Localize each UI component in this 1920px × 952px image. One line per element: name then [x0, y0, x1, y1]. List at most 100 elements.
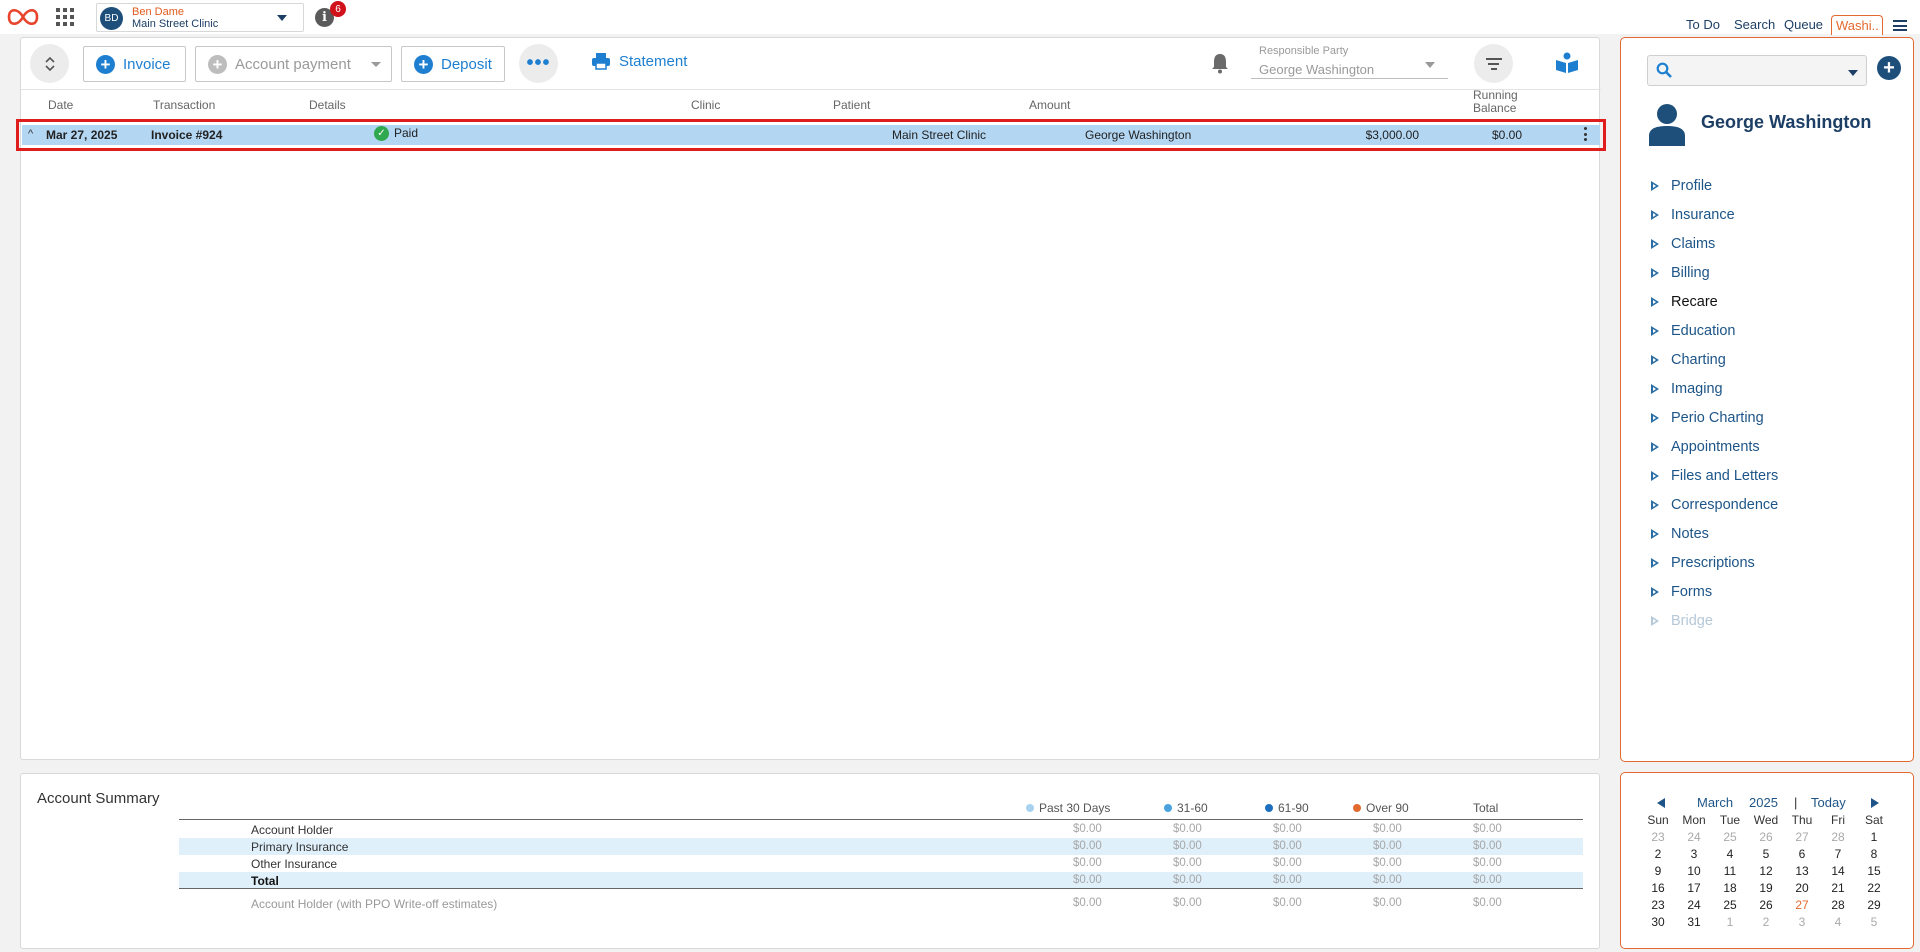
nav-billing[interactable]: Billing [1651, 265, 1710, 281]
calendar-day[interactable]: 11 [1713, 864, 1747, 878]
row-clinic: Main Street Clinic [892, 128, 987, 142]
calendar-today-button[interactable]: Today [1811, 795, 1846, 810]
nav-insurance[interactable]: Insurance [1651, 207, 1735, 223]
summary-value: $0.00 [1473, 897, 1502, 909]
column-header-details[interactable]: Details [309, 98, 346, 112]
previous-month-icon[interactable] [1657, 798, 1665, 808]
calendar-day[interactable]: 24 [1677, 830, 1711, 844]
calendar-day[interactable]: 25 [1713, 830, 1747, 844]
todo-link[interactable]: To Do [1686, 17, 1720, 32]
calendar-day[interactable]: 9 [1641, 864, 1675, 878]
invoice-button[interactable]: + Invoice [83, 46, 186, 82]
reader-book-icon[interactable] [1555, 52, 1579, 74]
chevron-down-icon[interactable] [1848, 70, 1858, 76]
account-payment-button[interactable]: + Account payment [195, 46, 392, 82]
calendar-day[interactable]: 21 [1821, 881, 1855, 895]
statement-button[interactable]: Statement [591, 52, 687, 70]
patient-search-input[interactable] [1647, 55, 1867, 86]
calendar-day[interactable]: 30 [1641, 915, 1675, 929]
column-header-amount[interactable]: Amount [1029, 98, 1070, 112]
calendar-day[interactable]: 26 [1749, 830, 1783, 844]
calendar-day[interactable]: 27 [1785, 898, 1819, 912]
calendar-day[interactable]: 1 [1857, 830, 1891, 844]
nav-correspondence[interactable]: Correspondence [1651, 497, 1778, 513]
bell-icon[interactable] [1211, 52, 1229, 74]
calendar-day[interactable]: 28 [1821, 898, 1855, 912]
add-patient-button[interactable]: + [1877, 56, 1901, 80]
calendar-day[interactable]: 5 [1857, 915, 1891, 929]
calendar-day[interactable]: 12 [1749, 864, 1783, 878]
calendar-day[interactable]: 16 [1641, 881, 1675, 895]
calendar-day[interactable]: 23 [1641, 898, 1675, 912]
responsible-party-select[interactable]: Responsible Party George Washington [1251, 43, 1448, 79]
calendar-month[interactable]: March [1697, 795, 1733, 810]
expand-collapse-button[interactable] [30, 44, 69, 83]
calendar-day[interactable]: 1 [1713, 915, 1747, 929]
app-logo-icon[interactable] [6, 4, 40, 30]
calendar-day[interactable]: 13 [1785, 864, 1819, 878]
nav-imaging[interactable]: Imaging [1651, 381, 1723, 397]
calendar-day[interactable]: 3 [1785, 915, 1819, 929]
nav-prescriptions[interactable]: Prescriptions [1651, 555, 1755, 571]
row-more-icon[interactable] [1584, 127, 1588, 141]
nav-perio-charting[interactable]: Perio Charting [1651, 410, 1764, 426]
calendar-day[interactable]: 5 [1749, 847, 1783, 861]
calendar-day[interactable]: 10 [1677, 864, 1711, 878]
table-row[interactable]: ^ Mar 27, 2025 Invoice #924 ✓ Paid Main … [22, 125, 1600, 145]
calendar-day[interactable]: 28 [1821, 830, 1855, 844]
deposit-button[interactable]: + Deposit [401, 46, 505, 82]
nav-charting[interactable]: Charting [1651, 352, 1726, 368]
filter-button[interactable] [1474, 44, 1513, 83]
calendar-day[interactable]: 7 [1821, 847, 1855, 861]
calendar-day[interactable]: 29 [1857, 898, 1891, 912]
nav-recare[interactable]: Recare [1651, 294, 1718, 310]
calendar-day[interactable]: 4 [1821, 915, 1855, 929]
calendar-day[interactable]: 6 [1785, 847, 1819, 861]
patient-tab[interactable]: Washi.. [1831, 15, 1883, 35]
row-transaction[interactable]: Invoice #924 [151, 128, 222, 142]
user-clinic-selector[interactable]: BD Ben Dame Main Street Clinic [96, 3, 304, 32]
calendar-day[interactable]: 20 [1785, 881, 1819, 895]
summary-value: $0.00 [1373, 840, 1402, 852]
patient-sidebar: + George Washington Profile Insurance Cl… [1620, 37, 1914, 762]
app-launcher-icon[interactable] [56, 8, 74, 26]
calendar-day[interactable]: 19 [1749, 881, 1783, 895]
calendar-day[interactable]: 25 [1713, 898, 1747, 912]
nav-appointments[interactable]: Appointments [1651, 439, 1760, 455]
calendar-day[interactable]: 2 [1641, 847, 1675, 861]
calendar-day[interactable]: 26 [1749, 898, 1783, 912]
more-options-button[interactable]: ••• [519, 44, 558, 83]
column-header-running-balance[interactable]: Running Balance [1473, 89, 1518, 115]
nav-education[interactable]: Education [1651, 323, 1736, 339]
column-header-date[interactable]: Date [48, 98, 73, 112]
table-row-selected[interactable]: ^ Mar 27, 2025 Invoice #924 ✓ Paid Main … [16, 119, 1606, 151]
calendar-day[interactable]: 22 [1857, 881, 1891, 895]
calendar-day[interactable]: 27 [1785, 830, 1819, 844]
calendar-day[interactable]: 2 [1749, 915, 1783, 929]
plus-icon: + [414, 54, 433, 74]
calendar-day[interactable]: 4 [1713, 847, 1747, 861]
search-link[interactable]: Search [1734, 17, 1775, 32]
nav-forms[interactable]: Forms [1651, 584, 1712, 600]
calendar-day[interactable]: 3 [1677, 847, 1711, 861]
calendar-day[interactable]: 15 [1857, 864, 1891, 878]
column-header-patient[interactable]: Patient [833, 98, 870, 112]
calendar-day[interactable]: 31 [1677, 915, 1711, 929]
nav-files-and-letters[interactable]: Files and Letters [1651, 468, 1778, 484]
calendar-day[interactable]: 8 [1857, 847, 1891, 861]
nav-claims[interactable]: Claims [1651, 236, 1715, 252]
column-header-transaction[interactable]: Transaction [153, 98, 215, 112]
nav-profile[interactable]: Profile [1651, 178, 1712, 194]
column-header-clinic[interactable]: Clinic [691, 98, 720, 112]
hamburger-menu-icon[interactable] [1893, 20, 1907, 31]
calendar-day[interactable]: 18 [1713, 881, 1747, 895]
calendar-year[interactable]: 2025 [1749, 795, 1778, 810]
queue-link[interactable]: Queue [1784, 17, 1823, 32]
calendar-day[interactable]: 17 [1677, 881, 1711, 895]
calendar-day[interactable]: 24 [1677, 898, 1711, 912]
next-month-icon[interactable] [1871, 798, 1879, 808]
calendar-day[interactable]: 23 [1641, 830, 1675, 844]
chevron-up-icon[interactable]: ^ [28, 128, 33, 140]
calendar-day[interactable]: 14 [1821, 864, 1855, 878]
nav-notes[interactable]: Notes [1651, 526, 1709, 542]
